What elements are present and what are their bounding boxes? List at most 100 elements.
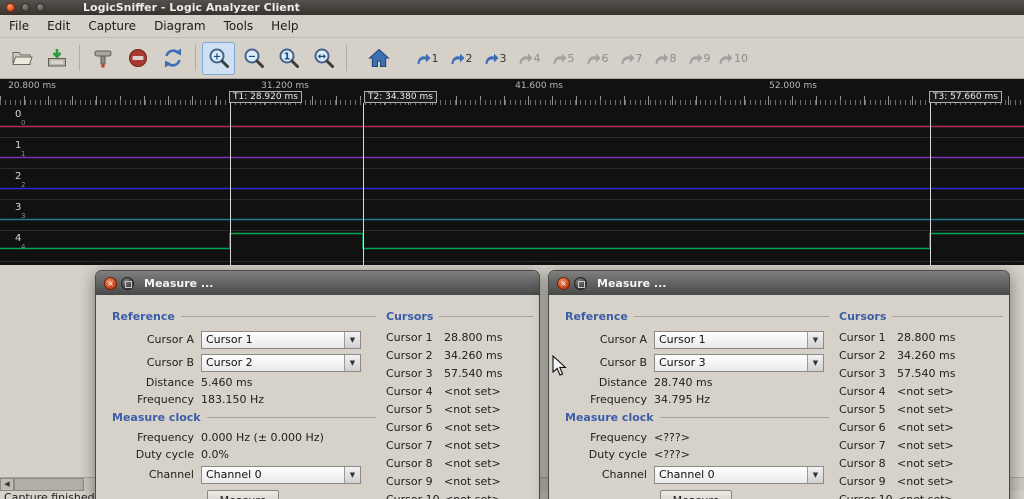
cursor-line-1[interactable] <box>230 103 231 265</box>
section-divider <box>207 417 376 418</box>
cursor-arrow-icon <box>450 52 465 65</box>
measure-button[interactable]: Measure <box>660 490 732 499</box>
open-folder-icon <box>11 49 33 67</box>
scrollbar-thumb[interactable] <box>14 478 84 491</box>
channel-sublabel-1: 1 <box>21 151 25 158</box>
go-to-cursor-5-button[interactable]: 5 <box>546 42 580 75</box>
save-button[interactable] <box>40 42 73 75</box>
channel-select[interactable]: Channel 0 ▼ <box>201 466 361 484</box>
cursor-a-value: Cursor 1 <box>655 333 807 346</box>
cursor-b-select[interactable]: Cursor 3 ▼ <box>654 354 824 372</box>
cursor-row-label: Cursor 2 <box>839 349 897 362</box>
cursor-row-value: 34.260 ms <box>444 349 502 362</box>
menu-help[interactable]: Help <box>262 15 307 37</box>
cursor-row-label: Cursor 8 <box>839 457 897 470</box>
cursor-row-value: <not set> <box>444 403 501 416</box>
time-label: 41.600 ms <box>515 81 563 91</box>
zoom-original-button[interactable]: 1 <box>272 42 305 75</box>
scroll-left-icon: ◀ <box>4 480 9 488</box>
dialog-minimize-button[interactable] <box>121 277 134 290</box>
open-button[interactable] <box>5 42 38 75</box>
mc-frequency-label: Frequency <box>112 431 194 444</box>
ruler-minor-ticks <box>0 100 1024 105</box>
cursor-row-value: 28.800 ms <box>444 331 502 344</box>
channel-label: Channel <box>565 468 647 481</box>
cursor-number-label: 9 <box>704 52 711 65</box>
titlebar[interactable]: LogicSniffer - Logic Analyzer Client <box>0 0 1024 15</box>
cursor-a-select[interactable]: Cursor 1 ▼ <box>654 331 824 349</box>
window-maximize-button[interactable] <box>36 3 45 12</box>
cursor-arrow-icon <box>416 52 431 65</box>
cursor-row-label: Cursor 1 <box>839 331 897 344</box>
cursor-row-value: <not set> <box>444 439 501 452</box>
dialog-minimize-button[interactable] <box>574 277 587 290</box>
cursor-line-2[interactable] <box>363 103 364 265</box>
channel-sublabel-3: 3 <box>21 213 25 220</box>
cursor-arrow-icon <box>620 52 635 65</box>
channel-value: Channel 0 <box>202 468 344 481</box>
svg-text:−: − <box>247 52 255 63</box>
time-label: 20.800 ms <box>8 81 56 91</box>
stop-capture-button[interactable] <box>121 42 154 75</box>
go-to-trigger-button[interactable] <box>362 42 395 75</box>
window-close-button[interactable] <box>6 3 15 12</box>
cursor-number-label: 5 <box>568 52 575 65</box>
zoom-out-button[interactable]: − <box>237 42 270 75</box>
cursor-row-value: <not set> <box>444 421 501 434</box>
cursor-a-select[interactable]: Cursor 1 ▼ <box>201 331 361 349</box>
cursor-row-label: Cursor 5 <box>386 403 444 416</box>
menu-capture[interactable]: Capture <box>79 15 145 37</box>
go-to-cursor-9-button[interactable]: 9 <box>682 42 716 75</box>
cursor-arrow-icon <box>688 52 703 65</box>
cursor-arrow-icon <box>718 52 733 65</box>
channel-select[interactable]: Channel 0 ▼ <box>654 466 824 484</box>
cursor-flag-t2[interactable]: T2: 34.380 ms <box>364 91 437 103</box>
section-divider <box>439 316 533 317</box>
close-icon[interactable]: × <box>557 277 570 290</box>
cursor-flag-t3[interactable]: T3: 57.660 ms <box>929 91 1002 103</box>
go-to-cursor-10-button[interactable]: 10 <box>716 42 750 75</box>
waveform-area[interactable]: 0 0 1 1 2 2 3 3 4 4 <box>0 106 1024 265</box>
cursor-line-3[interactable] <box>930 103 931 265</box>
go-to-cursor-4-button[interactable]: 4 <box>512 42 546 75</box>
scroll-left-button[interactable]: ◀ <box>0 478 14 491</box>
go-to-cursor-8-button[interactable]: 8 <box>648 42 682 75</box>
menu-tools[interactable]: Tools <box>215 15 263 37</box>
zoom-in-button[interactable]: + <box>202 42 235 75</box>
channel-sublabel-2: 2 <box>21 182 25 189</box>
capture-button[interactable] <box>86 42 119 75</box>
go-to-cursor-7-button[interactable]: 7 <box>614 42 648 75</box>
cursor-b-select[interactable]: Cursor 2 ▼ <box>201 354 361 372</box>
timeline-ruler[interactable]: 20.800 ms 31.200 ms 41.600 ms 52.000 ms <box>0 79 1024 106</box>
cursors-section-header: Cursors <box>386 310 433 323</box>
measure-button[interactable]: Measure <box>207 490 279 499</box>
window-minimize-button[interactable] <box>21 3 30 12</box>
probe-icon <box>92 47 114 69</box>
duty-cycle-value: 0.0% <box>201 448 229 461</box>
close-icon[interactable]: × <box>104 277 117 290</box>
go-to-cursor-2-button[interactable]: 2 <box>444 42 478 75</box>
section-divider <box>892 316 1003 317</box>
cursor-row-value: <not set> <box>897 403 954 416</box>
go-to-cursor-1-button[interactable]: 1 <box>410 42 444 75</box>
menu-file[interactable]: File <box>0 15 38 37</box>
repeat-capture-button[interactable] <box>156 42 189 75</box>
zoom-fit-button[interactable]: ↔ <box>307 42 340 75</box>
go-to-cursor-6-button[interactable]: 6 <box>580 42 614 75</box>
cursor-row-value: <not set> <box>897 439 954 452</box>
dialog-titlebar[interactable]: × Measure ... <box>549 271 1009 295</box>
menu-diagram[interactable]: Diagram <box>145 15 215 37</box>
dialog-titlebar[interactable]: × Measure ... <box>96 271 539 295</box>
svg-text:1: 1 <box>283 52 290 63</box>
chevron-down-icon: ▼ <box>807 332 823 348</box>
window-title: LogicSniffer - Logic Analyzer Client <box>83 0 300 15</box>
go-to-cursor-3-button[interactable]: 3 <box>478 42 512 75</box>
cursor-arrow-icon <box>586 52 601 65</box>
frequency-label: Frequency <box>112 393 194 406</box>
cursor-flag-t1[interactable]: T1: 28.920 ms <box>229 91 302 103</box>
app-window: LogicSniffer - Logic Analyzer Client Fil… <box>0 0 1024 499</box>
toolbar: + − 1 ↔ 1 2 3 4 <box>0 38 1024 79</box>
cursor-row-value: <not set> <box>897 493 954 499</box>
menu-edit[interactable]: Edit <box>38 15 79 37</box>
menubar: File Edit Capture Diagram Tools Help <box>0 15 1024 38</box>
